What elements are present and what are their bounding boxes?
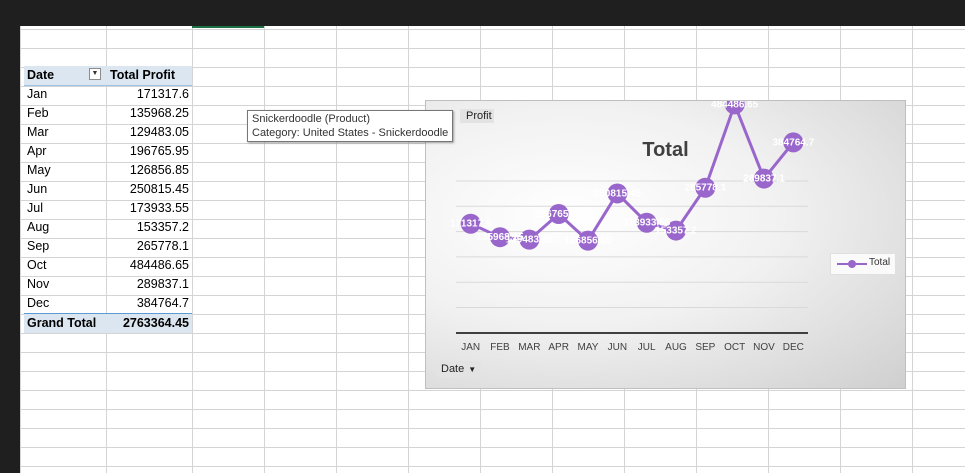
axis-field-button[interactable]: Date ▼: [436, 361, 482, 377]
pivot-row-label[interactable]: Feb: [24, 104, 106, 123]
pivot-row-value[interactable]: 196765.95: [106, 142, 192, 161]
pivot-row: Jul 173933.55: [24, 199, 192, 218]
axis-field-label: Date: [441, 363, 465, 375]
active-column-indicator: [192, 26, 264, 28]
worksheet[interactable]: Date ▼ Total Profit Jan 171317.6 Feb 135968…: [20, 26, 965, 473]
pivot-row-value[interactable]: 265778.1: [106, 237, 192, 256]
pivot-row-value[interactable]: 173933.55: [106, 199, 192, 218]
pivot-row-label[interactable]: Apr: [24, 142, 106, 161]
x-tick-label: AUG: [665, 342, 687, 353]
pivot-row: Jan 171317.6: [24, 85, 192, 104]
data-label: 171317.6: [450, 219, 492, 230]
x-tick-label: NOV: [753, 342, 775, 353]
x-tick-label: FEB: [490, 342, 510, 353]
pivot-row-value[interactable]: 171317.6: [106, 85, 192, 104]
x-tick-label: MAR: [518, 342, 540, 353]
pivot-row: Nov 289837.1: [24, 275, 192, 294]
pivot-grand-total-row: Grand Total 2763364.45: [24, 313, 192, 333]
pivot-row: Feb 135968.25: [24, 104, 192, 123]
pivot-row-value[interactable]: 135968.25: [106, 104, 192, 123]
legend-label: Total: [869, 257, 891, 268]
pivot-row: Mar 129483.05: [24, 123, 192, 142]
pivot-row-label[interactable]: Jul: [24, 199, 106, 218]
pivot-row-value[interactable]: 484486.65: [106, 256, 192, 275]
x-tick-label: SEP: [695, 342, 715, 353]
pivot-row: May 126856.85: [24, 161, 192, 180]
pivot-row-value[interactable]: 289837.1: [106, 275, 192, 294]
x-tick-label: JUL: [638, 342, 656, 353]
pivot-row-label[interactable]: Jun: [24, 180, 106, 199]
pivot-row-label[interactable]: Oct: [24, 256, 106, 275]
data-label: 196765.95: [535, 209, 583, 220]
pivot-row-value[interactable]: 153357.2: [106, 218, 192, 237]
tooltip-line-1: Snickerdoodle (Product): [252, 113, 371, 125]
values-header[interactable]: Total Profit: [106, 66, 192, 85]
data-label: 250815.45: [594, 188, 642, 199]
data-label: 384764.7: [772, 137, 814, 148]
chart-plot-area[interactable]: 171317.6135968.25129483.05196765.9512685…: [426, 101, 905, 388]
x-tick-label: OCT: [724, 342, 745, 353]
data-label: 484486.65: [711, 101, 759, 110]
pivot-row: Dec 384764.7: [24, 294, 192, 313]
data-label: 289837.1: [743, 174, 785, 185]
legend-dot-marker: [848, 260, 856, 268]
chart-tooltip: Snickerdoodle (Product) Category: United…: [247, 110, 454, 142]
pivot-row-label[interactable]: May: [24, 161, 106, 180]
pivot-chart[interactable]: Profit Total 171317.6 135968.25 129483.05 1…: [425, 100, 906, 389]
pivot-row-label[interactable]: Aug: [24, 218, 106, 237]
pivot-row: Apr 196765.95: [24, 142, 192, 161]
pivot-row-value[interactable]: 384764.7: [106, 294, 192, 313]
x-tick-label: JUN: [608, 342, 627, 353]
pivot-row: Oct 484486.65: [24, 256, 192, 275]
data-label: 126856.85: [564, 236, 612, 247]
chevron-down-icon: ▼: [468, 365, 477, 374]
x-tick-label: APR: [548, 342, 569, 353]
pivot-row-label[interactable]: Mar: [24, 123, 106, 142]
pivot-row-label[interactable]: Nov: [24, 275, 106, 294]
x-tick-label: JAN: [461, 342, 480, 353]
pivot-row-label[interactable]: Jan: [24, 85, 106, 104]
data-label: 153357.2: [655, 226, 697, 237]
pivot-row: Sep 265778.1: [24, 237, 192, 256]
pivot-row-value[interactable]: 250815.45: [106, 180, 192, 199]
pivot-row-label[interactable]: Sep: [24, 237, 106, 256]
chart-legend[interactable]: Total: [830, 253, 896, 275]
x-tick-label: DEC: [783, 342, 804, 353]
data-label: 265778.1: [684, 183, 726, 194]
grand-total-value[interactable]: 2763364.45: [106, 314, 192, 333]
pivot-row-label[interactable]: Dec: [24, 294, 106, 313]
filter-dropdown-button[interactable]: ▼: [89, 68, 101, 80]
grand-total-label[interactable]: Grand Total: [24, 314, 106, 333]
x-tick-label: MAY: [578, 342, 599, 353]
pivot-row-value[interactable]: 129483.05: [106, 123, 192, 142]
pivot-header-row: Date ▼ Total Profit: [24, 66, 192, 86]
pivot-row: Jun 250815.45: [24, 180, 192, 199]
data-label: 129483.05: [506, 235, 554, 246]
tooltip-line-2: Category: United States - Snickerdoodle: [252, 127, 449, 139]
pivot-row-value[interactable]: 126856.85: [106, 161, 192, 180]
pivot-row: Aug 153357.2: [24, 218, 192, 237]
